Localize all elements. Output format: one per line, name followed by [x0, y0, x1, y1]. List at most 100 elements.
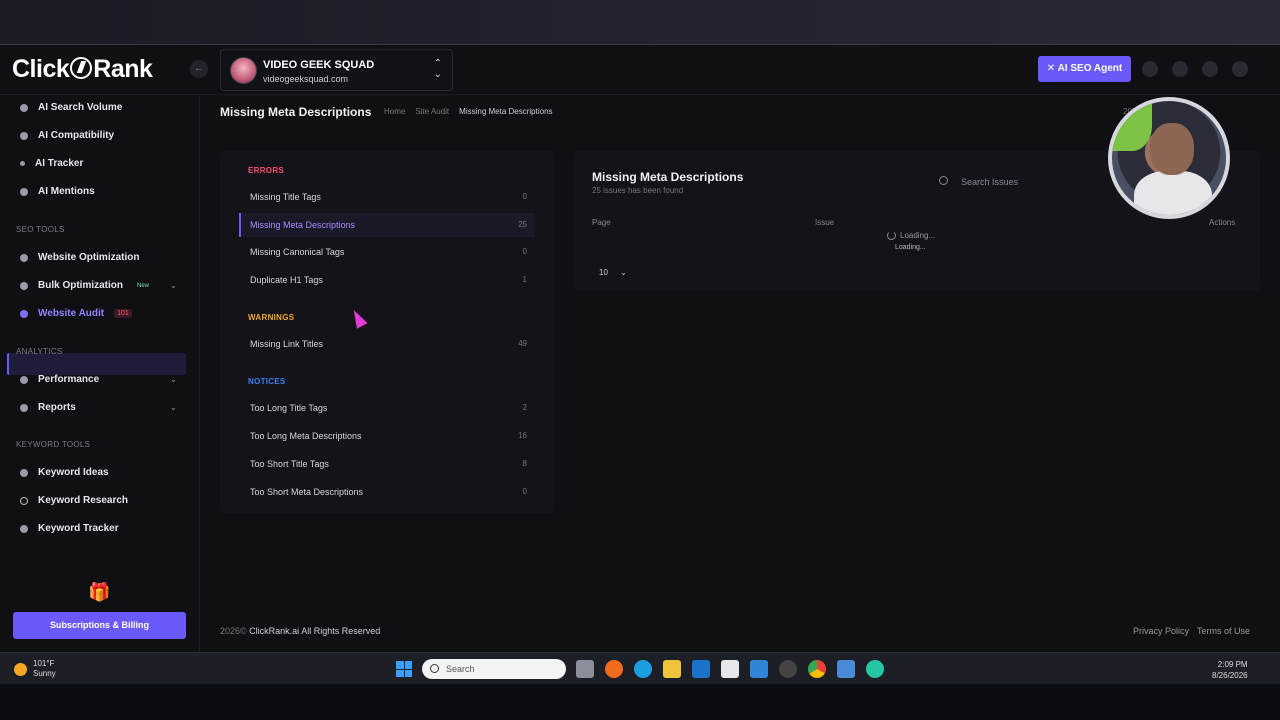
mention-icon — [20, 187, 28, 196]
firefox-icon[interactable] — [605, 660, 623, 678]
issues-panel: ERRORS Missing Title Tags 0 Missing Meta … — [220, 151, 555, 513]
section-keyword-tools: KEYWORD TOOLS — [16, 440, 91, 449]
issue-row-missing-canonical-tags[interactable]: Missing Canonical Tags 0 — [250, 247, 527, 257]
moon-icon[interactable] — [1202, 61, 1218, 77]
issue-count: 49 — [518, 339, 527, 348]
chevron-updown-icon: ⌃ ⌄ — [433, 58, 442, 80]
section-seo-tools: SEO TOOLS — [16, 225, 65, 234]
dell-icon[interactable] — [779, 660, 797, 678]
page-size-select[interactable]: 10 ⌄ — [599, 268, 627, 277]
app-icon[interactable] — [750, 660, 768, 678]
clock-time: 2:09 PM — [1217, 660, 1248, 669]
taskbar-search[interactable]: Search — [422, 659, 566, 679]
search-placeholder: Search Issues — [961, 177, 1019, 187]
user-icon[interactable] — [1232, 61, 1248, 77]
notices-heading: NOTICES — [248, 377, 286, 386]
sidebar-item-keyword-research[interactable]: Keyword Research — [20, 495, 128, 506]
workspace-avatar — [230, 57, 257, 84]
rocket-icon — [20, 253, 28, 262]
sidebar-item-label: Reports — [38, 402, 76, 413]
outlook-icon[interactable] — [692, 660, 710, 678]
active-nav-highlight — [7, 353, 186, 375]
issue-row-missing-link-titles[interactable]: Missing Link Titles 49 — [250, 339, 527, 349]
notepad-icon[interactable] — [837, 660, 855, 678]
breadcrumb-home[interactable]: Home — [384, 107, 405, 116]
page-title: Missing Meta Descriptions — [220, 105, 372, 119]
presenter-face — [1150, 123, 1194, 175]
chevron-down-icon: ⌄ — [170, 375, 177, 384]
presenter-shirt — [1134, 171, 1212, 215]
sidebar-item-website-optimization[interactable]: Website Optimization — [20, 252, 140, 263]
sidebar-item-bulk-optimization[interactable]: Bulk Optimization New ⌄ — [20, 280, 180, 291]
sidebar-item-label: AI Mentions — [38, 186, 95, 197]
workspace-selector[interactable]: VIDEO GEEK SQUAD videogeeksquad.com ⌃ ⌄ — [220, 49, 453, 91]
windows-start-icon[interactable] — [396, 661, 412, 677]
issue-row-missing-meta-descriptions[interactable]: Missing Meta Descriptions 25 — [250, 220, 527, 230]
file-explorer-icon[interactable] — [663, 660, 681, 678]
history-icon[interactable] — [1172, 61, 1188, 77]
breadcrumb-current: Missing Meta Descriptions — [459, 107, 553, 116]
ai-seo-agent-button[interactable]: ✕ AI SEO Agent — [1038, 56, 1131, 82]
chat-app-icon[interactable] — [866, 660, 884, 678]
weather-widget[interactable]: 101°F Sunny — [14, 659, 56, 679]
weather-temperature: 101°F — [33, 659, 55, 668]
sidebar-item-keyword-tracker[interactable]: Keyword Tracker — [20, 523, 119, 534]
issue-row-too-short-title-tags[interactable]: Too Short Title Tags 8 — [250, 459, 527, 469]
clickrank-logo[interactable]: Click Rank — [12, 55, 153, 84]
sidebar-item-ai-mentions[interactable]: AI Mentions — [20, 186, 95, 197]
gift-icon[interactable]: 🎁 — [88, 582, 110, 603]
taskbar-search-label: Search — [446, 664, 475, 674]
sidebar-collapse-button[interactable]: ← — [190, 60, 208, 78]
issue-label: Missing Meta Descriptions — [250, 220, 356, 230]
footer-copyright-text: ClickRank.ai All Rights Reserved — [249, 626, 381, 636]
terms-of-use-link[interactable]: Terms of Use — [1197, 626, 1250, 636]
clock-date: 8/26/2026 — [1212, 671, 1248, 680]
issue-row-too-short-meta-descriptions[interactable]: Too Short Meta Descriptions 0 — [250, 487, 527, 497]
search-issues-input[interactable]: Search Issues — [933, 172, 1123, 192]
ai-seo-agent-label: AI SEO Agent — [1057, 63, 1123, 74]
sidebar-item-label: AI Tracker — [35, 158, 84, 169]
app-screen: Click Rank ← VIDEO GEEK SQUAD videogeeksq… — [0, 45, 1280, 652]
issue-label: Duplicate H1 Tags — [250, 275, 323, 285]
sidebar-item-label: Keyword Ideas — [38, 467, 109, 478]
video-icon[interactable] — [1142, 61, 1158, 77]
issue-label: Missing Link Titles — [250, 339, 324, 349]
issue-count: 1 — [522, 275, 527, 284]
issue-label: Too Short Meta Descriptions — [250, 487, 364, 497]
breadcrumb-site-audit[interactable]: Site Audit — [415, 107, 449, 116]
issue-row-too-long-meta-descriptions[interactable]: Too Long Meta Descriptions 16 — [250, 431, 527, 441]
column-header-page[interactable]: Page — [592, 218, 611, 227]
sidebar-item-performance[interactable]: Performance ⌄ — [20, 374, 180, 385]
sidebar-item-ai-compatibility[interactable]: AI Compatibility — [20, 130, 114, 141]
x-icon: ✕ — [1046, 63, 1058, 74]
issue-count: 16 — [518, 431, 527, 440]
issue-row-duplicate-h1-tags[interactable]: Duplicate H1 Tags 1 — [250, 275, 527, 285]
table-title: Missing Meta Descriptions — [592, 170, 744, 184]
sidebar-item-keyword-ideas[interactable]: Keyword Ideas — [20, 467, 109, 478]
audit-icon — [20, 309, 28, 318]
system-clock[interactable]: 2:09 PM 8/26/2026 — [1212, 659, 1248, 681]
logo-icon — [70, 57, 93, 79]
loading-ghost-text: Loading... — [895, 244, 926, 251]
weather-condition: Sunny — [33, 669, 56, 678]
issue-row-missing-title-tags[interactable]: Missing Title Tags 0 — [250, 192, 527, 202]
edge-icon[interactable] — [634, 660, 652, 678]
sidebar-item-reports[interactable]: Reports ⌄ — [20, 402, 180, 413]
chevron-down-icon: ⌄ — [620, 268, 627, 277]
sidebar-item-ai-search-volume[interactable]: AI Search Volume — [20, 102, 122, 113]
target-icon — [20, 524, 28, 533]
sidebar-item-website-audit[interactable]: Website Audit 101 — [20, 308, 132, 319]
store-icon[interactable] — [721, 660, 739, 678]
column-header-actions: Actions — [1209, 218, 1236, 227]
sidebar-item-ai-tracker[interactable]: AI Tracker — [20, 158, 83, 169]
subscriptions-billing-button[interactable]: Subscriptions & Billing — [13, 612, 186, 639]
sidebar-item-label: Website Audit — [38, 308, 105, 319]
issue-row-too-long-title-tags[interactable]: Too Long Title Tags 2 — [250, 403, 527, 413]
webcam-overlay — [1108, 97, 1230, 219]
video-letterbox-top — [0, 0, 1280, 45]
chrome-icon[interactable] — [808, 660, 826, 678]
task-view-icon[interactable] — [576, 660, 594, 678]
privacy-policy-link[interactable]: Privacy Policy — [1133, 626, 1189, 636]
column-header-issue[interactable]: Issue — [815, 218, 834, 227]
errors-heading: ERRORS — [248, 166, 285, 175]
